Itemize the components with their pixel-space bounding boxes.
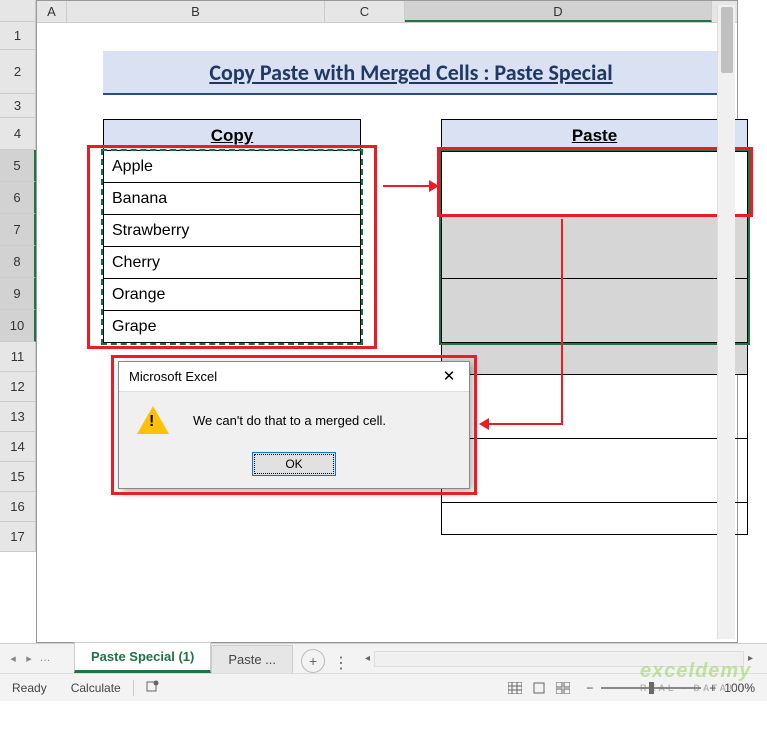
merged-cell-d14-d15[interactable] (441, 439, 748, 503)
page-title: Copy Paste with Merged Cells : Paste Spe… (103, 51, 719, 95)
row-header-3[interactable]: 3 (0, 94, 36, 118)
annotation-arrow-horizontal (383, 185, 437, 187)
error-dialog: Microsoft Excel ✕ We can't do that to a … (118, 361, 470, 489)
col-header-c[interactable]: C (325, 1, 405, 22)
annotation-arrow-to-dialog (481, 423, 563, 425)
tab-paste-special-1[interactable]: Paste Special (1) (74, 642, 211, 673)
merged-cell-d9-d10[interactable] (441, 279, 748, 343)
dialog-message: We can't do that to a merged cell. (193, 413, 386, 428)
sheet-tabs: Paste Special (1) Paste ... + ⋮ (74, 644, 351, 673)
paste-column-header: Paste (441, 119, 748, 151)
column-headers: A B C D (37, 1, 737, 23)
merged-cell-d5-d6[interactable] (441, 151, 748, 215)
vertical-scrollbar-thumb[interactable] (721, 7, 733, 73)
row-header-11[interactable]: 11 (0, 342, 36, 372)
cell-b7[interactable]: Strawberry (103, 215, 361, 247)
warning-icon (137, 406, 169, 434)
status-calculate: Calculate (59, 681, 133, 695)
cell-b8[interactable]: Cherry (103, 247, 361, 279)
row-header-10[interactable]: 10 (0, 310, 36, 342)
view-page-break-icon[interactable] (552, 678, 574, 698)
cell-b5[interactable]: Apple (103, 151, 361, 183)
copy-range: Apple Banana Strawberry Cherry Orange Gr… (103, 151, 361, 343)
row-header-1[interactable]: 1 (0, 22, 36, 50)
row-header-17[interactable]: 17 (0, 522, 36, 552)
paste-range (441, 151, 748, 535)
select-all-corner[interactable] (0, 0, 36, 22)
macro-record-icon[interactable] (134, 679, 172, 696)
watermark: exceldemy REAL - DATA!!!! (640, 660, 753, 693)
view-page-layout-icon[interactable] (528, 678, 550, 698)
row-header-13[interactable]: 13 (0, 402, 36, 432)
col-header-a[interactable]: A (37, 1, 67, 22)
add-sheet-button[interactable]: + (301, 649, 325, 673)
row-header-4[interactable]: 4 (0, 118, 36, 150)
sheet-nav-more[interactable]: … (38, 652, 52, 665)
view-normal-icon[interactable] (504, 678, 526, 698)
row-header-16[interactable]: 16 (0, 492, 36, 522)
dialog-titlebar[interactable]: Microsoft Excel ✕ (119, 362, 469, 392)
tab-overflow-icon[interactable]: ⋮ (333, 653, 351, 673)
sheet-nav-first[interactable]: ◂ (6, 652, 20, 665)
tab-paste[interactable]: Paste ... (211, 645, 293, 673)
col-header-b[interactable]: B (67, 1, 325, 22)
row-header-2[interactable]: 2 (0, 50, 36, 94)
cell-d16[interactable] (441, 503, 748, 535)
cell-b10[interactable]: Grape (103, 311, 361, 343)
dialog-close-button[interactable]: ✕ (429, 362, 469, 392)
copy-column-header: Copy (103, 119, 361, 151)
cell-b6[interactable]: Banana (103, 183, 361, 215)
row-header-12[interactable]: 12 (0, 372, 36, 402)
merged-cell-d7-d8[interactable] (441, 215, 748, 279)
col-header-d[interactable]: D (405, 1, 712, 22)
cell-b9[interactable]: Orange (103, 279, 361, 311)
row-header-6[interactable]: 6 (0, 182, 36, 214)
sheet-nav-last[interactable]: ▸ (22, 652, 36, 665)
view-buttons (504, 678, 574, 698)
row-header-14[interactable]: 14 (0, 432, 36, 462)
ok-button[interactable]: OK (252, 452, 336, 476)
cell-d11[interactable] (441, 343, 748, 375)
sheet-nav: ◂ ▸ … (0, 652, 58, 665)
row-header-5[interactable]: 5 (0, 150, 36, 182)
status-ready: Ready (0, 681, 59, 695)
vertical-scrollbar[interactable] (717, 5, 735, 639)
row-header-9[interactable]: 9 (0, 278, 36, 310)
grid-area[interactable]: Copy Paste with Merged Cells : Paste Spe… (73, 23, 707, 642)
row-header-7[interactable]: 7 (0, 214, 36, 246)
worksheet: A B C D Copy Paste with Merged Cells : P… (36, 0, 738, 643)
dialog-body: We can't do that to a merged cell. (119, 392, 469, 448)
row-header-8[interactable]: 8 (0, 246, 36, 278)
row-headers: 1 2 3 4 5 6 7 8 9 10 11 12 13 14 15 16 1… (0, 22, 36, 552)
row-header-15[interactable]: 15 (0, 462, 36, 492)
dialog-title-text: Microsoft Excel (129, 369, 217, 384)
zoom-out-button[interactable]: − (586, 681, 593, 695)
annotation-arrow-vertical (561, 219, 563, 425)
